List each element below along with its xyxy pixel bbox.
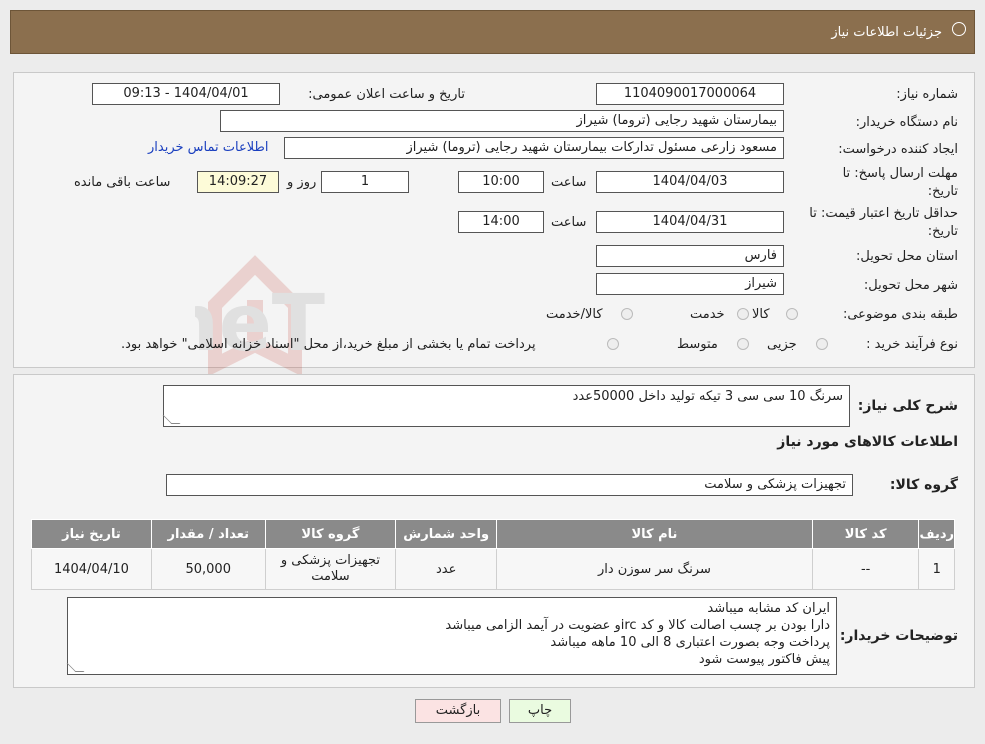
col-qty: تعداد / مقدار xyxy=(150,519,266,549)
requester-label: ایجاد کننده درخواست: xyxy=(838,142,958,157)
process-note: پرداخت تمام یا بخشی از مبلغ خرید،از محل … xyxy=(121,337,536,352)
resize-handle-icon[interactable] xyxy=(162,415,181,424)
buyer-notes-label: توضیحات خریدار: xyxy=(839,628,958,644)
circle-icon xyxy=(952,22,966,36)
print-button[interactable]: چاپ xyxy=(509,699,571,723)
days-field: 1 xyxy=(321,171,409,193)
reply-deadline-label: مهلت ارسال پاسخ: تا تاریخ: xyxy=(842,166,958,199)
category-option-goods-service: کالا/خدمت xyxy=(546,307,603,322)
note-line: ایران کد مشابه میباشد xyxy=(707,601,830,616)
cell-unit: عدد xyxy=(395,548,498,590)
cell-group: تجهیزات پزشکی و سلامت xyxy=(264,548,397,590)
page-header: جزئیات اطلاعات نیاز xyxy=(10,10,975,54)
process-option-medium: متوسط xyxy=(677,337,718,352)
table-row: 1 -- سرنگ سر سوزن دار عدد تجهیزات پزشکی … xyxy=(31,548,955,590)
process-radio-treasury[interactable] xyxy=(607,338,619,350)
table-header-row: ردیف کد کالا نام کالا واحد شمارش گروه کا… xyxy=(31,519,955,549)
group-field: تجهیزات پزشکی و سلامت xyxy=(166,474,853,496)
process-label: نوع فرآیند خرید : xyxy=(866,337,958,352)
col-date: تاریخ نیاز xyxy=(31,519,152,549)
summary-text: سرنگ 10 سی سی 3 تیکه تولید داخل 50000عدد xyxy=(572,389,843,404)
validity-date-field: 1404/04/31 xyxy=(596,211,784,233)
category-label: طبقه بندی موضوعی: xyxy=(842,307,958,322)
cell-name: سرنگ سر سوزن دار xyxy=(496,548,813,590)
note-line: پیش فاکتور پیوست شود xyxy=(698,652,830,667)
reply-date-field: 1404/04/03 xyxy=(596,171,784,193)
category-option-goods: کالا xyxy=(752,307,770,322)
validity-time-label: ساعت xyxy=(551,215,587,230)
col-code: کد کالا xyxy=(811,519,920,549)
buyer-org-field: بیمارستان شهید رجایی (تروما) شیراز xyxy=(220,110,784,132)
category-radio-goods[interactable] xyxy=(786,308,798,320)
summary-label: شرح کلی نیاز: xyxy=(857,398,958,414)
category-radio-goods-service[interactable] xyxy=(621,308,633,320)
goods-info-title: اطلاعات کالاهای مورد نیاز xyxy=(777,434,958,450)
cell-date: 1404/04/10 xyxy=(31,548,152,590)
cell-code: -- xyxy=(811,548,920,590)
requester-field: مسعود زارعی مسئول تدارکات بیمارستان شهید… xyxy=(284,137,784,159)
note-line: پرداخت وجه بصورت اعتباری 8 الی 10 ماهه م… xyxy=(550,635,830,650)
summary-field: سرنگ 10 سی سی 3 تیکه تولید داخل 50000عدد xyxy=(162,385,850,427)
validity-label: حداقل تاریخ اعتبار قیمت: تا تاریخ: xyxy=(809,206,958,239)
validity-time-field: 14:00 xyxy=(458,211,544,233)
buyer-org-label: نام دستگاه خریدار: xyxy=(855,115,958,130)
cell-qty: 50,000 xyxy=(150,548,266,590)
col-group: گروه کالا xyxy=(264,519,397,549)
goods-table: ردیف کد کالا نام کالا واحد شمارش گروه کا… xyxy=(31,519,955,590)
process-radio-medium[interactable] xyxy=(737,338,749,350)
cell-row: 1 xyxy=(918,548,955,590)
remaining-label: ساعت باقی مانده xyxy=(74,175,171,190)
page-title: جزئیات اطلاعات نیاز xyxy=(831,25,942,40)
announce-field: 1404/04/01 - 09:13 xyxy=(92,83,280,105)
days-label: روز و xyxy=(287,175,317,190)
buyer-notes-field: ایران کد مشابه میباشد دارا بودن بر چسب ا… xyxy=(66,597,837,675)
city-field: شیراز xyxy=(596,273,784,295)
col-row: ردیف xyxy=(918,519,955,549)
note-line: دارا بودن بر چسب اصالت کالا و کد ircو عض… xyxy=(445,618,830,633)
province-field: فارس xyxy=(596,245,784,267)
city-label: شهر محل تحویل: xyxy=(863,278,958,293)
province-label: استان محل تحویل: xyxy=(856,249,958,264)
need-number-field: 1104090017000064 xyxy=(596,83,784,105)
remaining-time-field: 14:09:27 xyxy=(197,171,279,193)
back-button[interactable]: بازگشت xyxy=(415,699,501,723)
process-option-minor: جزیی xyxy=(767,337,797,352)
col-name: نام کالا xyxy=(496,519,813,549)
contact-buyer-link[interactable]: اطلاعات تماس خریدار xyxy=(148,140,268,155)
process-radio-minor[interactable] xyxy=(816,338,828,350)
col-unit: واحد شمارش xyxy=(395,519,498,549)
category-option-service: خدمت xyxy=(690,307,725,322)
group-label: گروه کالا: xyxy=(889,477,958,493)
need-number-label: شماره نیاز: xyxy=(896,87,958,102)
reply-time-field: 10:00 xyxy=(458,171,544,193)
reply-time-label: ساعت xyxy=(551,175,587,190)
announce-label: تاریخ و ساعت اعلان عمومی: xyxy=(308,87,465,102)
category-radio-service[interactable] xyxy=(737,308,749,320)
